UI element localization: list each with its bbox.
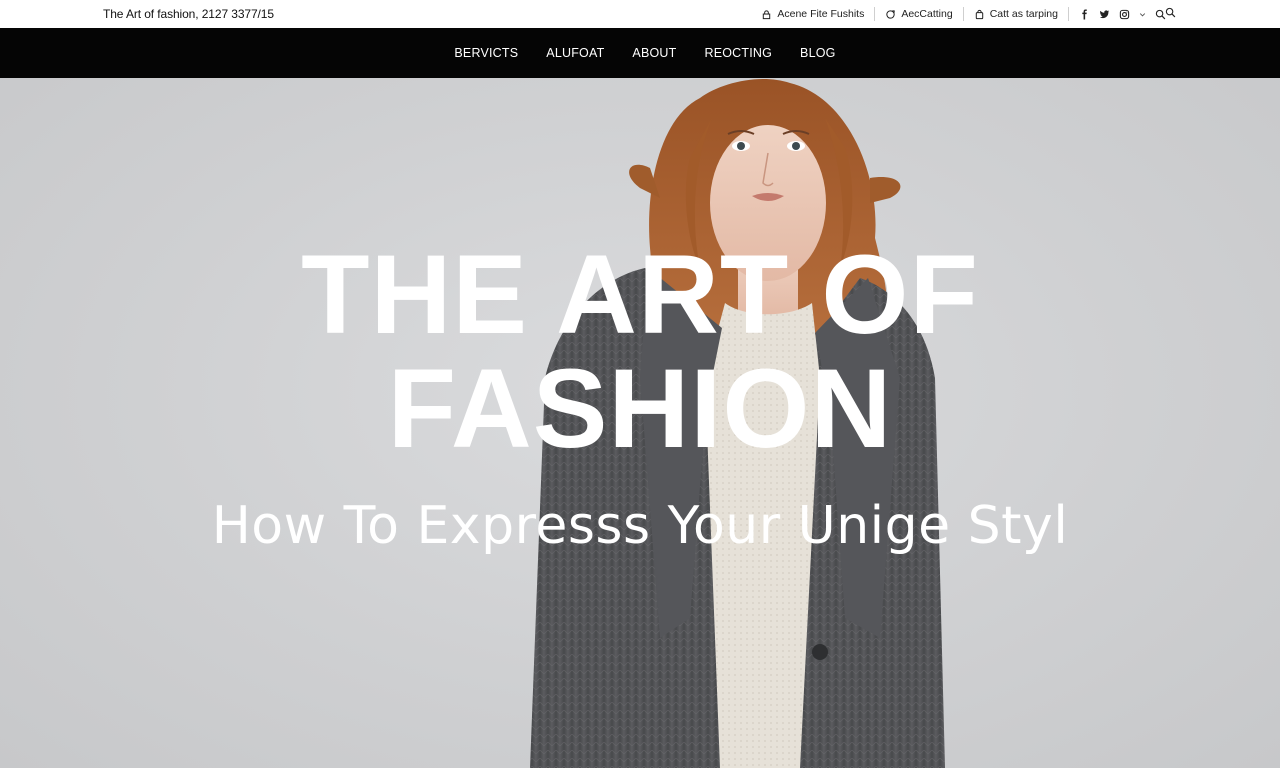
search-icon[interactable] bbox=[1165, 7, 1176, 18]
utility-link-account[interactable]: Acene Fite Fushits bbox=[751, 8, 874, 20]
utility-bar: The Art of fashion, 2127 3377/15 Acene F… bbox=[0, 0, 1280, 28]
nav-item-alufoat[interactable]: ALUFOAT bbox=[546, 46, 604, 60]
utility-links: Acene Fite Fushits AecCatting Catt as ta… bbox=[751, 0, 1166, 28]
lock-icon bbox=[761, 9, 772, 20]
hero-title-line-2: FASHION bbox=[387, 346, 893, 471]
utility-link-label: Acene Fite Fushits bbox=[777, 8, 865, 20]
hero-section: THE ART OF FASHION How To Expresss Your … bbox=[0, 78, 1280, 768]
main-nav: BERVICTS ALUFOAT ABOUT REOCTING BLOG bbox=[0, 28, 1280, 78]
instagram-icon[interactable] bbox=[1119, 9, 1130, 20]
nav-item-reocting[interactable]: REOCTING bbox=[704, 46, 772, 60]
utility-link-label: AecCatting bbox=[901, 8, 953, 20]
nav-item-about[interactable]: ABOUT bbox=[632, 46, 676, 60]
hero-title: THE ART OF FASHION bbox=[0, 238, 1280, 466]
site-info-text: The Art of fashion, 2127 3377/15 bbox=[103, 7, 274, 21]
utility-link-catalog[interactable]: AecCatting bbox=[875, 8, 962, 20]
social-links bbox=[1069, 8, 1166, 20]
twitter-icon[interactable] bbox=[1099, 9, 1110, 20]
main-nav-list: BERVICTS ALUFOAT ABOUT REOCTING BLOG bbox=[444, 46, 835, 60]
utility-link-cart[interactable]: Catt as tarping bbox=[964, 8, 1068, 20]
refresh-icon bbox=[885, 9, 896, 20]
chevron-down-icon[interactable] bbox=[1139, 9, 1146, 20]
hero-title-line-1: THE ART OF bbox=[301, 232, 979, 357]
facebook-icon[interactable] bbox=[1079, 8, 1090, 20]
bag-icon bbox=[974, 9, 985, 20]
utility-link-label: Catt as tarping bbox=[989, 8, 1058, 20]
hero-subtitle: How To Expresss Your Unige Styl bbox=[211, 496, 1069, 556]
nav-item-blog[interactable]: BLOG bbox=[800, 46, 836, 60]
nav-item-services[interactable]: BERVICTS bbox=[454, 46, 518, 60]
